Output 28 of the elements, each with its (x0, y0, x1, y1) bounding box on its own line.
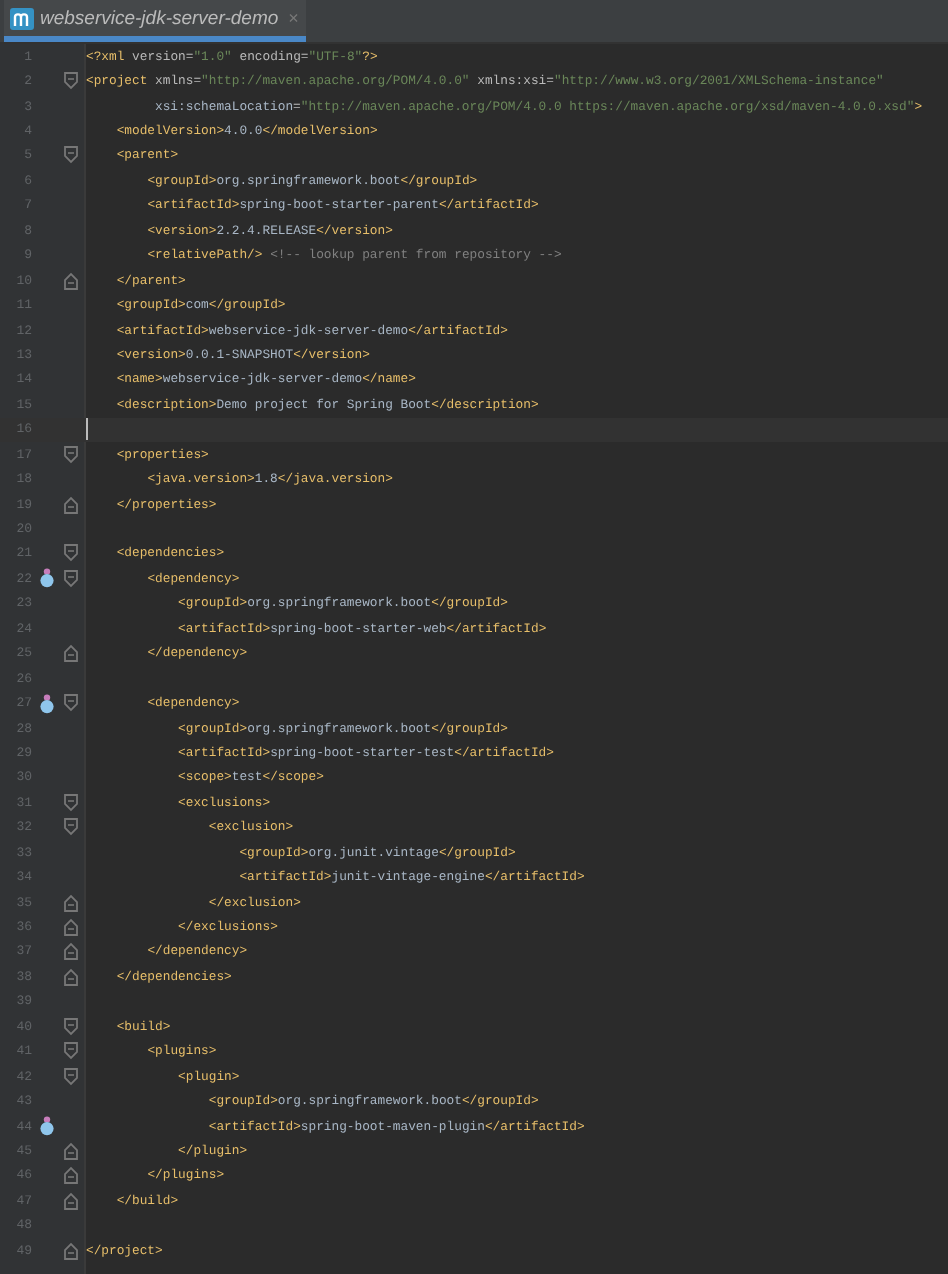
fold-icon[interactable] (63, 644, 77, 663)
fold-icon[interactable] (63, 893, 77, 912)
fold-icon[interactable] (63, 569, 77, 588)
file-tab[interactable]: webservice-jdk-server-demo × (4, 0, 307, 42)
bottle-icon[interactable] (39, 1116, 53, 1137)
fold-icon[interactable] (63, 694, 77, 713)
fold-icon[interactable] (63, 1017, 77, 1036)
fold-icon[interactable] (63, 495, 77, 514)
fold-icon[interactable] (63, 1042, 77, 1061)
fold-icon[interactable] (63, 1141, 77, 1160)
fold-icon[interactable] (63, 1067, 77, 1086)
fold-icon[interactable] (63, 72, 77, 91)
fold-icon[interactable] (63, 942, 77, 961)
bottle-icon[interactable] (39, 693, 53, 714)
fold-icon[interactable] (63, 544, 77, 563)
fold-icon[interactable] (63, 271, 77, 290)
text-cursor (86, 418, 88, 441)
fold-icon[interactable] (63, 918, 77, 937)
fold-icon[interactable] (63, 818, 77, 837)
fold-icon[interactable] (63, 445, 77, 464)
maven-file-icon (10, 7, 34, 29)
bottle-icon[interactable] (39, 568, 53, 589)
fold-icon[interactable] (63, 146, 77, 165)
fold-icon[interactable] (63, 1241, 77, 1260)
fold-icon[interactable] (63, 1166, 77, 1185)
fold-icon[interactable] (63, 967, 77, 986)
fold-icon[interactable] (63, 1191, 77, 1210)
fold-icon[interactable] (63, 793, 77, 812)
